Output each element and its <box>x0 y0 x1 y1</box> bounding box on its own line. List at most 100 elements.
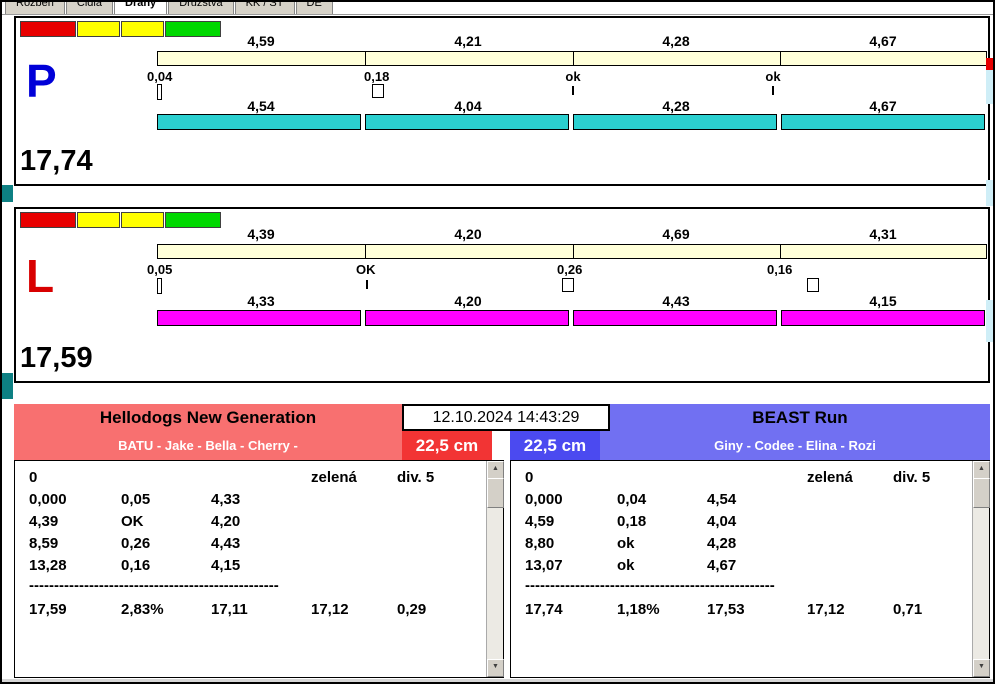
track-divider <box>573 245 574 258</box>
lap-bar <box>781 114 985 130</box>
sensor-marker-bar-icon <box>157 278 162 294</box>
table-total-cell: 17,74 <box>525 601 563 618</box>
lane-total-l: 17,59 <box>20 342 93 374</box>
table-total-cell: 17,12 <box>311 601 349 618</box>
table-cell: 0,05 <box>121 491 151 508</box>
table-total-cell: 1,18% <box>617 601 660 618</box>
lap-bar <box>573 114 777 130</box>
tab-de[interactable]: DE <box>295 2 333 14</box>
status-box-yellow-1 <box>77 212 120 228</box>
lap-time: 4,20 <box>454 293 482 309</box>
lap-time: 4,04 <box>454 98 482 114</box>
table-total-cell: 17,11 <box>211 601 248 618</box>
lap-bar <box>157 310 361 326</box>
up-arrow-icon: ▲ <box>492 465 499 472</box>
table-total-cell: 0,71 <box>893 601 923 618</box>
table-cell: 8,59 <box>29 535 59 552</box>
table-cell: 4,20 <box>211 513 241 530</box>
table-cell: 0,26 <box>121 535 151 552</box>
down-arrow-icon: ▼ <box>492 663 499 670</box>
table-total-cell: 2,83% <box>121 601 164 618</box>
sensor-delta-label: 0,04 <box>147 69 173 84</box>
sensor-marker-tick-icon <box>366 280 368 289</box>
table-cell: 13,28 <box>29 557 67 574</box>
table-cell: 0,000 <box>525 491 563 508</box>
team-right-name-band: BEAST Run <box>610 404 990 431</box>
sensor-marker-tick-icon <box>772 86 774 95</box>
lap-time: 4,33 <box>247 293 275 309</box>
table-divider: ----------------------------------------… <box>29 577 279 594</box>
table-cell: div. 5 <box>893 469 931 486</box>
lap-bar <box>365 114 569 130</box>
table-cell: zelená <box>311 469 357 486</box>
lane-panel-l: L 17,59 4,39 4,20 4,69 4,31 0,05 OK 0,26… <box>14 207 990 383</box>
vertical-scrollbar[interactable]: ▲ ▼ <box>972 461 990 677</box>
app-window: Rozběh Čidla Dráhy Družstva KK / ST DE P… <box>0 0 995 684</box>
up-arrow-icon: ▲ <box>978 465 985 472</box>
track-divider <box>573 52 574 65</box>
sensor-delta-label: 0,26 <box>557 262 583 277</box>
background-window-fragment <box>2 185 13 202</box>
track-divider <box>780 245 781 258</box>
split-time: 4,20 <box>454 226 482 242</box>
table-cell: 4,43 <box>211 535 241 552</box>
scrollbar-thumb[interactable] <box>973 478 990 508</box>
scroll-down-button[interactable]: ▼ <box>487 659 504 677</box>
sensor-marker-box-icon <box>807 278 819 292</box>
scroll-down-button[interactable]: ▼ <box>973 659 990 677</box>
background-window-fragment <box>986 70 993 104</box>
split-track <box>157 244 987 259</box>
team-left-name: Hellodogs New Generation <box>99 408 317 427</box>
split-track <box>157 51 987 66</box>
table-cell: ok <box>617 557 635 574</box>
lap-time: 4,15 <box>869 293 897 309</box>
scroll-up-button[interactable]: ▲ <box>973 461 990 479</box>
table-cell: 4,28 <box>707 535 737 552</box>
team-right-results-table[interactable]: 0 zelená div. 5 0,000 0,04 4,54 4,59 0,1… <box>510 460 990 678</box>
lap-bar <box>365 310 569 326</box>
table-divider: ----------------------------------------… <box>525 577 775 594</box>
table-cell: 0 <box>525 469 534 486</box>
window-bottom-edge <box>2 679 993 682</box>
table-cell: 4,39 <box>29 513 59 530</box>
table-total-cell: 17,12 <box>807 601 845 618</box>
vertical-scrollbar[interactable]: ▲ ▼ <box>486 461 504 677</box>
team-left-members: BATU - Jake - Bella - Cherry - <box>118 438 298 453</box>
track-divider <box>780 52 781 65</box>
scrollbar-thumb[interactable] <box>487 478 504 508</box>
background-window-fragment <box>986 300 993 342</box>
timestamp: 12.10.2024 14:43:29 <box>402 404 610 431</box>
sensor-delta-label: 0,18 <box>364 69 390 84</box>
table-cell: 13,07 <box>525 557 563 574</box>
sensor-marker-box-icon <box>562 278 574 292</box>
split-time: 4,67 <box>869 33 897 49</box>
tab-druzstva[interactable]: Družstva <box>168 2 234 14</box>
background-window-fragment <box>986 180 993 206</box>
lap-time: 4,43 <box>662 293 690 309</box>
split-time: 4,21 <box>454 33 482 49</box>
tab-cidla[interactable]: Čidla <box>65 2 113 14</box>
tab-drahy[interactable]: Dráhy <box>114 2 168 14</box>
tab-kk-st[interactable]: KK / ST <box>234 2 295 14</box>
table-cell: 4,67 <box>707 557 737 574</box>
track-divider <box>365 245 366 258</box>
lap-time: 4,67 <box>869 98 897 114</box>
team-right-members: Giny - Codee - Elina - Rozi <box>714 438 876 453</box>
scroll-up-button[interactable]: ▲ <box>487 461 504 479</box>
table-cell: 0,16 <box>121 557 151 574</box>
tab-rozbeh[interactable]: Rozběh <box>5 2 65 14</box>
table-cell: div. 5 <box>397 469 435 486</box>
tab-row: Rozběh Čidla Dráhy Družstva KK / ST DE <box>2 2 993 14</box>
background-window-fragment <box>2 373 13 399</box>
lap-bar <box>573 310 777 326</box>
team-left-results-table[interactable]: 0 zelená div. 5 0,000 0,05 4,33 4,39 OK … <box>14 460 504 678</box>
down-arrow-icon: ▼ <box>978 663 985 670</box>
team-left-members-band: BATU - Jake - Bella - Cherry - 22,5 cm <box>14 431 492 460</box>
lap-time: 4,28 <box>662 98 690 114</box>
lap-bar <box>157 114 361 130</box>
sensor-delta-label: ok <box>565 69 581 84</box>
team-left-name-band: Hellodogs New Generation <box>14 404 402 431</box>
table-cell: 4,04 <box>707 513 737 530</box>
background-window-fragment <box>986 58 993 70</box>
sensor-delta-label: 0,16 <box>767 262 793 277</box>
